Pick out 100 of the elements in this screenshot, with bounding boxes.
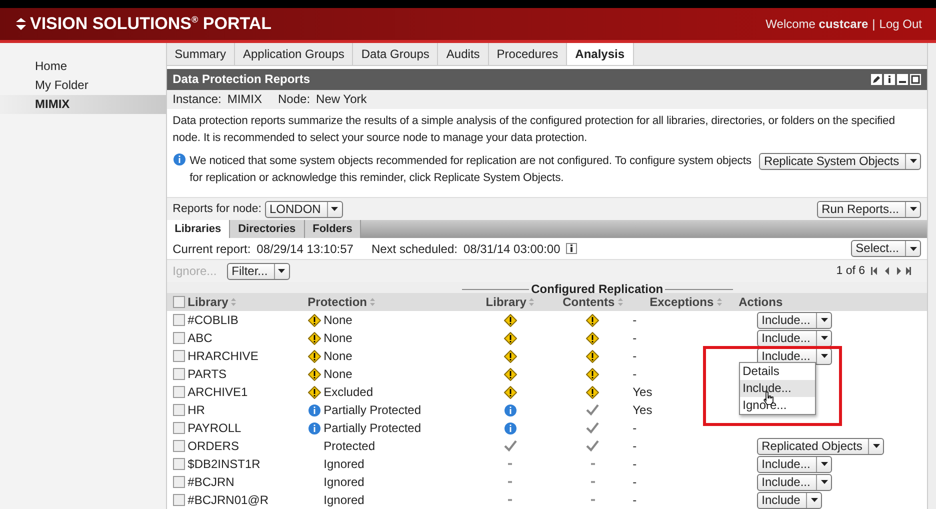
dash-icon [508,481,512,483]
caret-icon [810,498,818,502]
menu-item[interactable]: Include... [740,380,815,397]
checkbox[interactable] [172,350,185,362]
current-report-label: Current report: [172,242,251,256]
warning-icon [586,314,600,326]
checkbox[interactable] [172,494,185,506]
caret-icon [820,336,828,340]
library-name: HRARCHIVE [188,349,258,363]
exceptions-value: - [632,367,637,381]
checkbox[interactable] [172,314,185,326]
checkbox[interactable] [172,476,185,488]
separator-text: | [872,17,876,31]
actions-dropdown[interactable]: Include... [756,312,832,328]
caret-icon [872,444,880,448]
node-select[interactable]: LONDON [264,200,343,218]
column-header[interactable]: Exceptions [632,295,739,309]
node-label: Node: [278,92,310,106]
column-header[interactable]: Contents [552,295,633,309]
column-header[interactable]: Library [172,295,308,309]
actions-dropdown[interactable]: Include [756,492,822,508]
checkbox[interactable] [172,296,185,308]
exceptions-value: - [632,331,637,345]
info-icon[interactable] [566,243,578,254]
menu-item[interactable]: Details [740,363,815,380]
tab[interactable]: Analysis [567,43,634,65]
sidebar-item[interactable]: My Folder [0,76,166,95]
warning-icon [308,332,321,344]
info-icon [504,404,517,416]
replicate-dropdown-button[interactable]: Replicate System Objects [759,152,922,170]
caret-icon [820,318,828,322]
logout-link[interactable]: Log Out [879,17,922,31]
run-reports-button[interactable]: Run Reports... [816,200,922,218]
edit-icon[interactable] [871,74,882,85]
exceptions-value: - [632,439,637,453]
info-icon [308,404,321,416]
filter-button[interactable]: Filter... [226,262,290,280]
warning-icon [308,386,321,398]
protection-status: None [324,313,352,327]
exceptions-value: - [632,421,637,435]
protection-status: Partially Protected [324,403,422,417]
tab[interactable]: Folders [304,220,362,238]
actions-dropdown[interactable]: Replicated Objects [756,438,884,454]
protection-status: None [324,367,352,381]
checkbox[interactable] [172,458,185,470]
library-name: $DB2INST1R [188,457,260,471]
current-report-value: 08/29/14 13:10:57 [256,242,354,256]
library-name: #BCJRN [188,475,234,489]
panel-title: Data Protection Reports [172,72,310,86]
protection-status: Protected [324,439,376,453]
sidebar-item[interactable]: MIMIX [0,95,166,114]
maximize-icon[interactable] [910,74,922,85]
column-header[interactable]: Actions [738,295,928,309]
warning-icon [504,386,517,398]
library-name: HR [188,403,205,417]
checkbox[interactable] [172,440,185,452]
check-icon [586,440,600,452]
caret-icon [910,159,917,164]
actions-dropdown[interactable]: Include... [756,456,832,472]
warning-icon [308,314,321,326]
exceptions-value: - [632,313,637,327]
exceptions-value: - [632,457,637,471]
caret-icon [910,207,917,211]
check-icon [586,422,600,434]
library-name: ARCHIVE1 [188,385,248,399]
info-icon [308,422,321,434]
library-name: PAYROLL [188,421,242,435]
actions-dropdown[interactable]: Include... [756,474,832,490]
exceptions-value: - [632,475,637,489]
library-name: ORDERS [188,439,239,453]
actions-dropdown[interactable]: Include... [756,330,832,346]
warning-icon [586,386,600,398]
protection-status: None [324,331,352,345]
checkbox[interactable] [172,386,185,398]
sort-icon [529,298,534,306]
tab[interactable]: Directories [230,220,305,238]
dash-icon [508,499,512,501]
protection-status: Ignored [324,475,364,489]
exceptions-value: Yes [632,385,652,399]
minimize-icon[interactable] [897,74,908,85]
checkbox[interactable] [172,404,185,416]
info-icon [172,152,186,166]
column-header[interactable]: Library [468,295,553,309]
tab[interactable]: Libraries [166,220,230,238]
protection-status: Excluded [324,385,374,399]
library-name: #BCJRN01@R [188,493,269,507]
checkbox[interactable] [172,422,185,434]
info-icon[interactable] [884,74,896,85]
pager-arrows-icon[interactable] [871,267,912,276]
select-button[interactable]: Select... [850,240,922,258]
column-header[interactable]: Protection [308,295,468,309]
warning-icon [504,350,517,362]
protection-status: Ignored [324,457,364,471]
protection-status: None [324,349,352,363]
checkbox[interactable] [172,332,185,344]
sidebar-item[interactable]: Home [0,57,166,76]
info-icon [504,422,517,434]
dash-icon [590,499,595,501]
checkbox[interactable] [172,368,185,380]
dash-icon [508,463,512,465]
